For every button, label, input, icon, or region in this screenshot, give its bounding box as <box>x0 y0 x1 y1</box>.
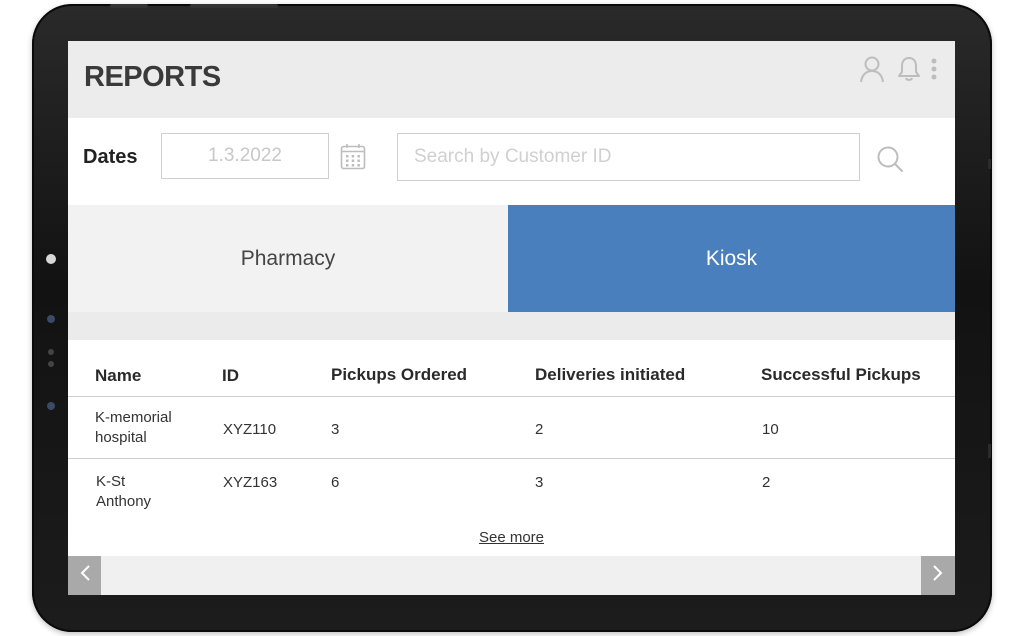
cell-deliveries-initiated: 2 <box>535 421 544 438</box>
cell-deliveries-initiated: 3 <box>535 474 544 491</box>
next-button[interactable] <box>921 556 955 595</box>
side-hardware-button <box>988 159 991 169</box>
cell-successful-pickups: 10 <box>762 421 779 438</box>
more-vertical-icon[interactable] <box>930 57 938 86</box>
chevron-left-icon <box>79 564 91 587</box>
cell-id: XYZ163 <box>223 474 278 491</box>
sensor-dot <box>47 402 55 410</box>
top-hardware-button <box>190 4 278 8</box>
pagination-bar <box>68 556 955 595</box>
see-more-container: See more <box>68 529 955 546</box>
cell-successful-pickups: 2 <box>762 474 771 491</box>
cell-pickups-ordered: 6 <box>331 474 340 491</box>
column-header-id: ID <box>222 366 239 385</box>
page-title: REPORTS <box>84 61 221 93</box>
top-hardware-button <box>110 4 148 8</box>
dates-label: Dates <box>83 146 138 168</box>
table-divider <box>68 458 955 459</box>
cell-pickups-ordered: 3 <box>331 421 340 438</box>
search-icon[interactable] <box>876 145 904 178</box>
bell-icon[interactable] <box>897 55 921 88</box>
tab-bar: Pharmacy Kiosk <box>68 205 955 312</box>
sensor-dot <box>47 315 55 323</box>
cell-id: XYZ110 <box>223 421 277 438</box>
section-divider <box>68 312 955 340</box>
table-divider <box>68 396 955 397</box>
column-header-name: Name <box>95 366 142 385</box>
previous-button[interactable] <box>68 556 101 595</box>
report-table: Name ID Pickups Ordered Deliveries initi… <box>68 340 955 556</box>
app-screen: REPORTS Dates 1.3.2022 Search by Custome… <box>68 41 955 595</box>
date-field[interactable] <box>161 133 329 179</box>
tab-kiosk[interactable]: Kiosk <box>508 205 955 312</box>
filter-bar: Dates <box>68 118 955 205</box>
chevron-right-icon <box>932 564 944 587</box>
tab-kiosk-label: Kiosk <box>705 246 758 270</box>
tab-pharmacy-label: Pharmacy <box>240 246 336 270</box>
tab-pharmacy[interactable]: Pharmacy <box>68 205 508 312</box>
column-header-successful-pickups: Successful Pickups <box>761 365 921 384</box>
column-header-deliveries-initiated: Deliveries initiated <box>535 365 686 384</box>
side-hardware-button <box>988 444 991 458</box>
column-header-pickups-ordered: Pickups Ordered <box>331 365 468 384</box>
see-more-link[interactable]: See more <box>479 529 544 546</box>
app-header: REPORTS <box>68 41 955 118</box>
camera-dot <box>46 254 56 264</box>
calendar-icon[interactable] <box>340 143 366 175</box>
user-icon[interactable] <box>859 55 885 88</box>
search-input[interactable] <box>397 133 860 181</box>
cell-name: K-St Anthony <box>96 473 152 510</box>
sensor-dot <box>48 361 54 367</box>
sensor-dot <box>48 349 54 355</box>
cell-name: K-memorial hospital <box>95 409 172 446</box>
